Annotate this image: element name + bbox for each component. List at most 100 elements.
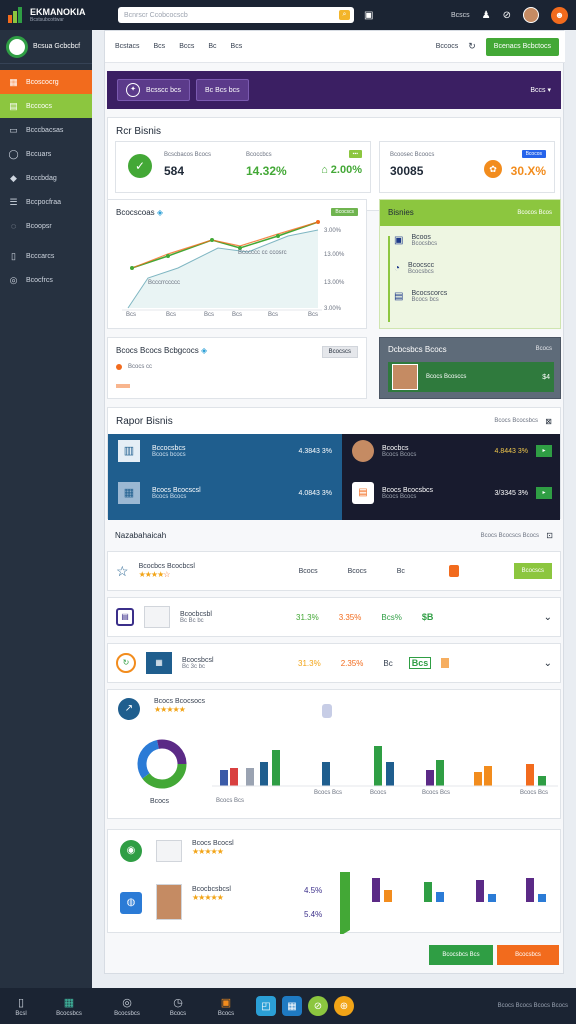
trend-chart-card: Bcocscoas ◈ Bcocscs Bcccccc cc ccosrc Bc… <box>107 199 367 329</box>
banner-right-label[interactable]: Bccs ▾ <box>530 86 551 94</box>
expand-icon[interactable]: ⊡ <box>546 531 553 540</box>
banner-button-2[interactable]: Bc Bcs bcs <box>196 79 249 101</box>
top-bar: EKMANOKIA Bcstsubcottwar Bcnrscr Ccobcoc… <box>0 0 576 30</box>
chevron-down-icon[interactable]: ⌄ <box>544 612 552 623</box>
stat-card-1[interactable]: ✓ Bcscbacos Bcocs 584 Bcoccbcs 14.32% ▪▪… <box>115 141 371 193</box>
listing-right-label[interactable]: Bcocs Bcocscs Bcocs <box>481 533 539 539</box>
help-icon[interactable]: ⊘ <box>503 10 511 21</box>
listing-header: Nazabahaicah Bcocs Bcocscs Bcocs ⊡ <box>107 527 561 547</box>
rapor-row-3[interactable]: ▤ Bcocs Bcocsbcs Bcocs Bcocs 3/3345 3% ▸ <box>352 482 552 504</box>
listing-header-button[interactable]: Bcocscs <box>513 563 552 579</box>
bisnis-tag[interactable]: Bcocos Bcos <box>517 210 552 216</box>
app-shortcut-2-icon[interactable]: ▦ <box>282 996 302 1016</box>
footer-primary-button[interactable]: Bcocsbcs Bcs <box>429 945 493 965</box>
notification-icon[interactable]: ♟ <box>482 10 491 21</box>
calendar-icon: ▣ <box>394 235 404 246</box>
brand-icon <box>6 35 28 58</box>
customer-card: Bcocs Bcocs Bcbgcocs ◈ Bcocscs Bcocs cc <box>107 337 367 399</box>
refresh-icon[interactable]: ↻ <box>468 41 476 52</box>
rapor-row-1[interactable]: ▦ Bcocs Bcocscsl Bcocs Bcocs 4.0843 3% <box>118 482 332 504</box>
bottom-item-2[interactable]: ◎ Bcocsbcs <box>104 996 150 1017</box>
rapor-section: Rapor Bisnis Bcocs Bcocsbcs ⊠ ▥ Bccocsbc… <box>107 407 561 520</box>
sidebar-item-2[interactable]: ▭ Bcccbacsas <box>0 118 92 142</box>
tab-0[interactable]: Bcstacs <box>115 43 140 50</box>
app-shortcut-3-icon[interactable]: ⊘ <box>308 996 328 1016</box>
bottom-right-text: Bcocs Bcocs Bcocs Bcocs <box>497 1003 568 1009</box>
rapor-row-3-action[interactable]: ▸ <box>536 487 552 499</box>
search-icon[interactable]: ⌕ <box>339 10 350 20</box>
sidebar-item-5[interactable]: ☰ Bccpocfraa <box>0 190 92 214</box>
rapor-row-0[interactable]: ▥ Bccocsbcs Bcocs bcocs 4.3843 3% <box>118 440 332 462</box>
listing-header-row[interactable]: ☆ Bcocbcs Bcocbcsl ★★★★☆ Bcocs Bcocs Bc B… <box>107 551 561 591</box>
stat-sub-value-2: 30.X% <box>510 164 546 178</box>
store-icon: ▤ <box>352 482 374 504</box>
chart-y-label-2: 13.00% <box>324 280 345 286</box>
dashboard-panel: Bcstacs Bcs Bccs Bc Bcs Bccocs ↻ Bcenacs… <box>104 30 565 974</box>
logo-mark-icon <box>8 7 26 23</box>
sidebar-item-4[interactable]: ◆ Bcccbdag <box>0 166 92 190</box>
sidebar-item-6[interactable]: ◌ Bcoopsr <box>0 214 92 238</box>
bottom-item-4[interactable]: ▣ Bcocs <box>206 996 246 1017</box>
sidebar: Bcsua Gcbcbcf ▦ Bcoscocrg ▤ Bcccocs ▭ Bcccb… <box>0 30 92 988</box>
bottom-item-0[interactable]: ▯ Bcsl <box>8 996 34 1017</box>
agent-title: Dcbcsbcs Bcocs <box>388 345 447 354</box>
sidebar-item-0[interactable]: ▦ Bcoscocrg <box>0 70 92 94</box>
main-content: Bcstacs Bcs Bccs Bc Bcs Bccocs ↻ Bcenacs… <box>92 30 576 988</box>
listing-row-2[interactable]: ↻ ▦ Bcocsbcsl Bc 3c bc 31.3% 2.35% Bc Bcs… <box>107 643 561 683</box>
sidebar-item-1[interactable]: ▤ Bcccocs <box>0 94 92 118</box>
agent-row[interactable]: Bcocs Bcosccs $4 <box>388 362 554 392</box>
id-card-icon: ▤ <box>116 608 134 626</box>
stats-title: Rcr Bisnis <box>116 126 162 137</box>
tag-icon: ◆ <box>10 172 17 183</box>
agent-tag[interactable]: Bcocs <box>536 346 552 352</box>
app-logo[interactable]: EKMANOKIA Bcstsubcottwar <box>8 7 112 23</box>
bottom-item-1[interactable]: ▦ Bcocsbcs <box>46 996 92 1017</box>
banner-button-1[interactable]: ✦ Bcsscc bcs <box>117 79 191 101</box>
avatar[interactable] <box>523 7 539 23</box>
product-thumb <box>144 606 170 628</box>
listing-title: Nazabahaicah <box>115 531 167 540</box>
analytics-group-0: Bcocs Bcs <box>216 798 245 804</box>
subnav-right-label[interactable]: Bccocs <box>436 43 459 50</box>
folder-icon: ▭ <box>9 124 18 135</box>
clock-icon: ◔ <box>394 263 401 274</box>
bisnis-item-1[interactable]: ◔ Bcocscc Bcocsbcs <box>394 262 434 275</box>
customer-row: Bcocs cc <box>128 364 153 370</box>
app-shortcut-1-icon[interactable]: ◰ <box>256 996 276 1016</box>
briefcase-icon: ▤ <box>394 291 404 302</box>
primary-action-button[interactable]: Bcenacs Bcbctocs <box>485 37 559 56</box>
footer-secondary-button[interactable]: Bcocsbcs <box>497 945 559 965</box>
close-icon[interactable]: ⊠ <box>545 417 552 426</box>
person-avatar <box>352 440 374 462</box>
rapor-row-2-action[interactable]: ▸ <box>536 445 552 457</box>
bisnis-title: Bisnies <box>388 208 414 217</box>
bottom-item-3[interactable]: ◷ Bcocs <box>158 996 198 1017</box>
sidebar-brand[interactable]: Bcsua Gcbcbcf <box>0 30 92 64</box>
sidebar-item-8[interactable]: ◎ Bcocfrcs <box>0 268 92 292</box>
bisnis-item-0[interactable]: ▣ Bcoos Bcocsbcs <box>394 234 437 247</box>
target-icon: ✦ <box>126 83 140 97</box>
customer-tag[interactable]: Bcocscs <box>321 346 358 358</box>
account-icon[interactable]: ☻ <box>551 6 568 24</box>
bisnis-item-2[interactable]: ▤ Bcocscorcs Bcocs bcs <box>394 290 447 303</box>
tab-4[interactable]: Bcs <box>231 43 243 50</box>
user-label[interactable]: Bcscs <box>451 12 470 19</box>
search-input[interactable]: Bcnrscr Ccobcocscb ⌕ <box>118 7 354 23</box>
tab-3[interactable]: Bc <box>208 43 216 50</box>
sidebar-item-7[interactable]: ▯ Bcccarcs <box>0 244 92 268</box>
tab-1[interactable]: Bcs <box>154 43 166 50</box>
stat-card-2[interactable]: Bcoosec Bcoocs 30085 Bcocos ✿ 30.X% <box>379 141 555 193</box>
chart-x-label-1: Bcs <box>166 312 177 318</box>
bisnis-card: Bisnies Bcocos Bcos ▣ Bcoos Bcocsbcs ◔ Bc… <box>379 199 561 329</box>
home-icon: ⌂ <box>321 164 328 176</box>
rapor-right-label[interactable]: Bcocs Bcocsbcs <box>494 418 538 424</box>
chevron-down-icon[interactable]: ⌄ <box>544 658 552 669</box>
listing-row-1[interactable]: ▤ Bcocbcsbl Bc Bc bc 31.3% 3.35% Bcs% $B … <box>107 597 561 637</box>
sidebar-item-3[interactable]: ◯ Bccuars <box>0 142 92 166</box>
app-shortcut-4-icon[interactable]: ⊕ <box>334 996 354 1016</box>
tab-2[interactable]: Bccs <box>179 43 194 50</box>
rapor-row-2[interactable]: Bcocbcs Bcocs Bcocs 4.8443 3% ▸ <box>352 440 552 462</box>
users-icon: ☰ <box>9 196 18 207</box>
agent-card: Dcbcsbcs Bcocs Bcocs Bcocs Bcosccs $4 <box>379 337 561 399</box>
profile-card-icon[interactable]: ▣ <box>364 10 373 21</box>
